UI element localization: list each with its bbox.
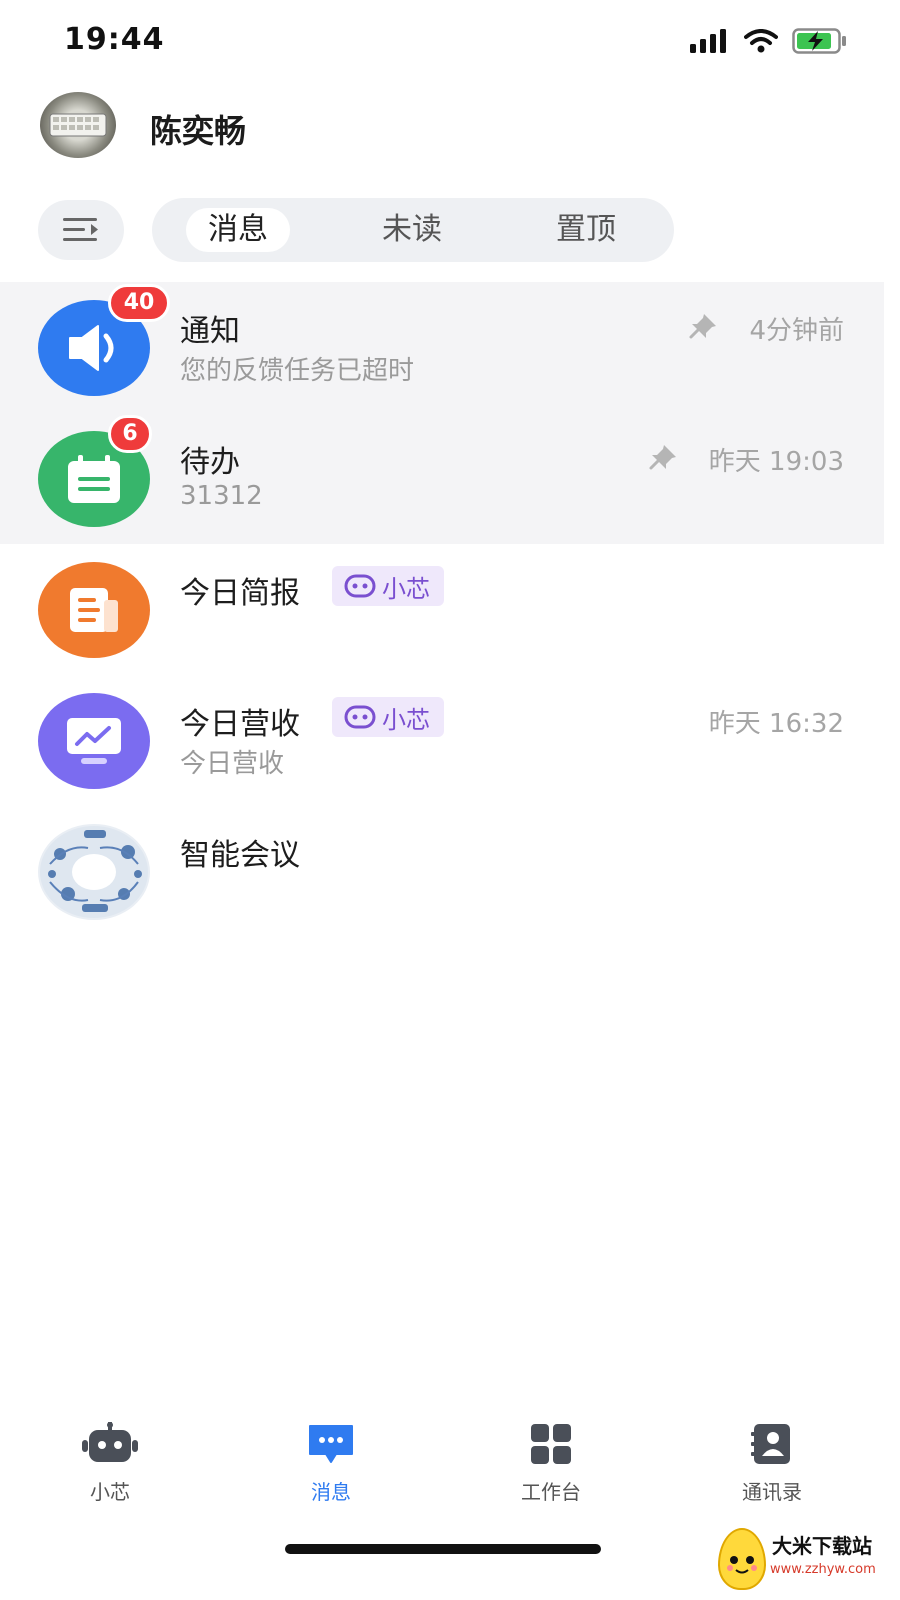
- watermark-url: www.zzhyw.com: [770, 1562, 876, 1577]
- chart-monitor-icon: [67, 718, 121, 764]
- tab-unread[interactable]: 未读: [360, 208, 464, 252]
- ai-tag-label: 小芯: [382, 705, 430, 734]
- avatar[interactable]: [40, 92, 116, 158]
- chat-time: 4分钟前: [749, 316, 844, 346]
- pin-icon: [689, 314, 716, 339]
- message-filter-tabs: 消息 未读 置顶: [152, 198, 674, 262]
- meeting-image: [38, 824, 150, 920]
- porcelain-pattern-image: [40, 826, 148, 918]
- chat-title: 今日简报: [180, 576, 300, 611]
- chat-item-todo[interactable]: 6 待办 31312 昨天 19:03: [0, 413, 884, 544]
- robot-face-icon: [344, 705, 376, 729]
- status-icons: [690, 28, 848, 54]
- ai-assistant-tag: 小芯: [332, 697, 444, 737]
- chat-avatar: [38, 562, 150, 658]
- chat-item-smart-meeting[interactable]: 智能会议: [0, 806, 884, 937]
- status-bar: 19:44: [0, 0, 900, 86]
- chat-subtitle: 您的反馈任务已超时: [180, 356, 415, 386]
- chat-item-daily-briefing[interactable]: 今日简报 小芯: [0, 544, 884, 675]
- chat-avatar: [38, 693, 150, 789]
- chat-title: 通知: [180, 314, 240, 349]
- battery-icon: [792, 28, 846, 54]
- unread-badge: 40: [108, 284, 170, 322]
- ai-tag-label: 小芯: [382, 574, 430, 603]
- home-indicator: [285, 1544, 601, 1554]
- chat-item-daily-revenue[interactable]: 今日营收 小芯 今日营收 昨天 16:32: [0, 675, 884, 806]
- ai-assistant-tag: 小芯: [332, 566, 444, 606]
- profile-name: 陈奕畅: [150, 112, 247, 150]
- calendar-icon: [68, 455, 120, 503]
- menu-collapse-icon: [63, 218, 98, 241]
- tabbar-label: 小芯: [90, 1480, 130, 1504]
- pin-icon: [649, 445, 676, 470]
- keyboard-photo: [49, 113, 107, 137]
- chat-item-notifications[interactable]: 40 通知 您的反馈任务已超时 4分钟前: [0, 282, 884, 413]
- chat-title: 今日营收: [180, 707, 300, 742]
- tab-pinned[interactable]: 置顶: [534, 208, 638, 252]
- grid-icon: [531, 1424, 571, 1464]
- chat-time: 昨天 19:03: [708, 447, 844, 477]
- status-time: 19:44: [64, 22, 165, 57]
- tabbar-item-contacts[interactable]: 通讯录: [707, 1422, 837, 1505]
- document-icon: [70, 588, 118, 632]
- tabbar-label: 通讯录: [742, 1480, 802, 1504]
- menu-button[interactable]: [38, 200, 124, 260]
- tabbar-item-workbench[interactable]: 工作台: [486, 1422, 616, 1505]
- contacts-icon: [751, 1424, 790, 1464]
- filter-bar: 消息 未读 置顶: [0, 198, 900, 262]
- speaker-icon: [69, 325, 114, 371]
- chat-list: 40 通知 您的反馈任务已超时 4分钟前 6 待办 31312 昨天 19:03: [0, 282, 884, 937]
- site-watermark: 大米下载站 www.zzhyw.com: [718, 1524, 888, 1590]
- tab-messages[interactable]: 消息: [186, 208, 290, 252]
- robot-icon: [82, 1422, 138, 1462]
- wifi-icon: [744, 29, 778, 53]
- chat-title: 待办: [180, 445, 240, 480]
- tabbar-item-messages[interactable]: 消息: [266, 1422, 396, 1505]
- chat-time: 昨天 16:32: [708, 709, 844, 739]
- chat-subtitle: 今日营收: [180, 749, 285, 779]
- chat-subtitle: 31312: [180, 481, 263, 511]
- egg-mascot-icon: [718, 1528, 766, 1590]
- profile-header: 陈奕畅: [0, 92, 900, 164]
- unread-badge: 6: [108, 415, 152, 453]
- robot-face-icon: [344, 574, 376, 598]
- watermark-title: 大米下载站: [772, 1534, 872, 1558]
- message-icon: [309, 1425, 353, 1463]
- tabbar-label: 工作台: [521, 1480, 581, 1504]
- tabbar-item-xiaoxin[interactable]: 小芯: [45, 1422, 175, 1505]
- tabbar-label: 消息: [311, 1480, 351, 1504]
- chat-title: 智能会议: [180, 838, 300, 873]
- signal-icon: [690, 29, 726, 53]
